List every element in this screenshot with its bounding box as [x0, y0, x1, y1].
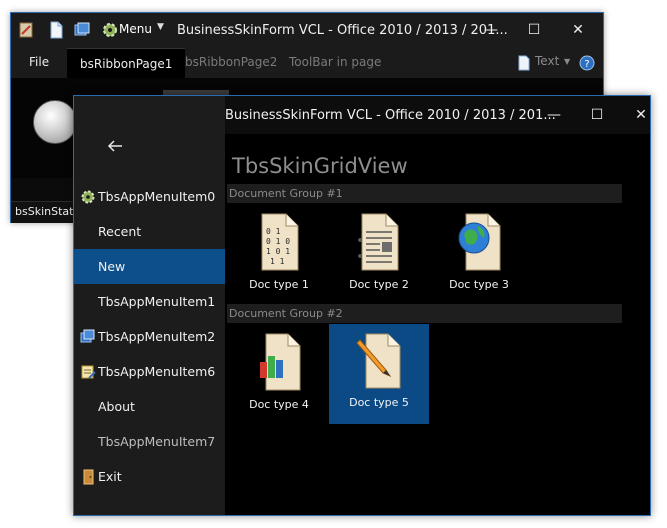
menu-item-label: New	[98, 259, 126, 274]
back-window-title: BusinessSkinForm VCL - Office 2010 / 201…	[177, 23, 508, 38]
new-document-icon[interactable]	[47, 21, 65, 39]
menu-item-tbsappmenuitem1[interactable]: TbsAppMenuItem1	[74, 284, 225, 319]
close-button[interactable]: ✕	[557, 17, 599, 43]
back-window-titlebar: Menu ▼ BusinessSkinForm VCL - Office 201…	[11, 13, 603, 48]
menu-item-tbsappmenuitem2[interactable]: TbsAppMenuItem2	[74, 319, 225, 354]
globe-document-icon	[458, 213, 501, 271]
doc-label: Doc type 1	[249, 278, 309, 291]
tab-toolbar-in-page[interactable]: ToolBar in page	[289, 55, 381, 69]
document-edit-icon	[81, 365, 96, 379]
menu-item-label: About	[98, 399, 135, 414]
binary-document-icon: 0 1 0 1 0 1 0 1 1 1	[261, 213, 299, 271]
menu-item-label: TbsAppMenuItem2	[98, 329, 216, 344]
menu-item-exit[interactable]: Exit	[74, 459, 225, 494]
maximize-button[interactable]: ☐	[513, 17, 555, 43]
tab-file[interactable]: File	[29, 55, 49, 69]
tab-bsribbonpage1[interactable]: bsRibbonPage1	[67, 48, 186, 79]
grid-title: TbsSkinGridView	[232, 154, 408, 178]
app-menu-sidebar: TbsAppMenuItem0 Recent New TbsAppMenuIte…	[74, 96, 225, 515]
maximize-button[interactable]: ☐	[576, 102, 618, 128]
menu-item-tbsappmenuitem6[interactable]: TbsAppMenuItem6	[74, 354, 225, 389]
menu-item-tbsappmenuitem0[interactable]: TbsAppMenuItem0	[74, 179, 225, 214]
group-header: Document Group #2	[227, 304, 622, 323]
doc-label: Doc type 2	[349, 278, 409, 291]
large-round-button[interactable]	[33, 100, 77, 144]
svg-text:1 1: 1 1	[270, 257, 285, 266]
menu-item-label: Exit	[98, 469, 122, 484]
tab-bsribbonpage2[interactable]: bsRibbonPage2	[185, 55, 277, 69]
doc-type-3-tile[interactable]: Doc type 3	[429, 206, 529, 306]
doc-type-5-tile[interactable]: Doc type 5	[329, 324, 429, 424]
menu-item-label: TbsAppMenuItem7	[98, 434, 216, 449]
doc-type-1-tile[interactable]: 0 1 0 1 0 1 0 1 1 1 Doc type 1	[229, 206, 329, 306]
window-title: BusinessSkinForm VCL - Office 2010 / 201…	[225, 108, 556, 123]
help-icon[interactable]: ?	[579, 55, 595, 71]
chevron-down-icon[interactable]: ▼	[564, 57, 570, 66]
menu-item-label: Recent	[98, 224, 142, 239]
minimize-button[interactable]: —	[533, 102, 575, 128]
menu-item-label: TbsAppMenuItem6	[98, 364, 216, 379]
menu-item-label: TbsAppMenuItem0	[98, 189, 216, 204]
gear-icon[interactable]	[101, 21, 119, 39]
doc-type-2-tile[interactable]: Doc type 2	[329, 206, 429, 306]
text-dropdown-button[interactable]: Text	[535, 54, 559, 68]
pencil-document-icon	[356, 333, 401, 389]
svg-text:?: ?	[584, 59, 589, 70]
minimize-button[interactable]: —	[470, 17, 512, 43]
document-icon	[518, 55, 530, 71]
doc-label: Doc type 3	[449, 278, 509, 291]
svg-text:0 1 0: 0 1 0	[266, 237, 290, 246]
menu-item-new[interactable]: New	[74, 249, 225, 284]
app-icon[interactable]	[17, 21, 35, 39]
gear-icon	[81, 190, 95, 204]
app-menu-titlebar: BusinessSkinForm VCL - Office 2010 / 201…	[225, 96, 650, 134]
door-exit-icon	[83, 469, 94, 485]
menu-item-recent[interactable]: Recent	[74, 214, 225, 249]
windows-icon	[80, 329, 95, 343]
svg-text:0 1: 0 1	[266, 227, 281, 236]
doc-label: Doc type 5	[349, 396, 409, 409]
app-menu-window: TbsAppMenuItem0 Recent New TbsAppMenuIte…	[73, 95, 651, 516]
back-arrow-icon[interactable]	[106, 138, 124, 154]
menu-item-tbsappmenuitem7[interactable]: TbsAppMenuItem7	[74, 424, 225, 459]
svg-text:1 0 1: 1 0 1	[266, 247, 290, 256]
windows-icon[interactable]	[73, 21, 91, 39]
close-button[interactable]: ✕	[620, 102, 662, 128]
skin-grid-view: TbsSkinGridView Document Group #1 0 1 0 …	[225, 134, 650, 515]
doc-type-4-tile[interactable]: Doc type 4	[229, 326, 329, 426]
doc-label: Doc type 4	[249, 398, 309, 411]
chevron-down-icon[interactable]: ▼	[157, 22, 164, 32]
chart-document-icon	[260, 333, 301, 391]
group-header: Document Group #1	[227, 184, 622, 203]
menu-item-about[interactable]: About	[74, 389, 225, 424]
report-document-icon	[358, 213, 399, 271]
ribbon-tabs: File bsRibbonPage1 bsRibbonPage2 ToolBar…	[11, 48, 603, 79]
menu-item-label: TbsAppMenuItem1	[98, 294, 216, 309]
quick-menu-button[interactable]: Menu	[119, 22, 152, 36]
